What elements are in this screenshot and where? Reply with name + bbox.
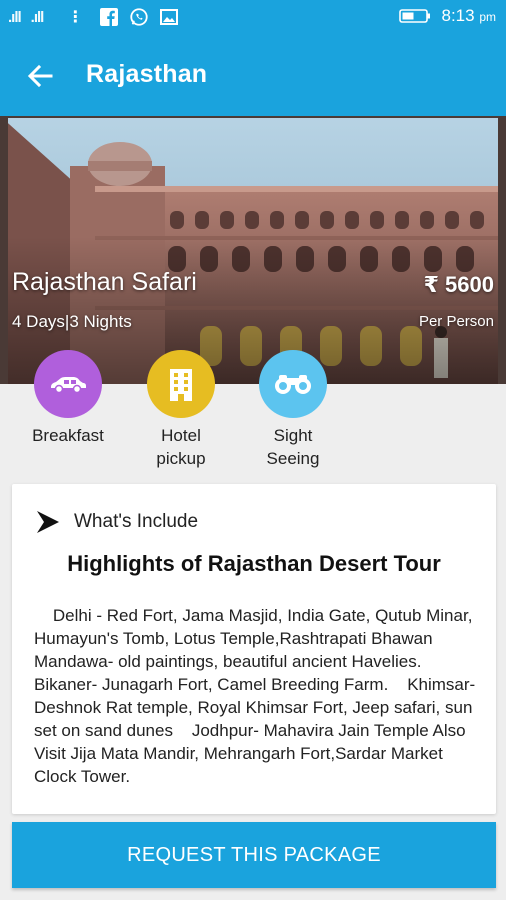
back-button[interactable] xyxy=(22,58,58,94)
package-hero-image: Rajasthan Safari 4 Days|3 Nights ₹ 5600 … xyxy=(0,116,506,384)
arrow-back-icon xyxy=(27,64,53,88)
photo-frame xyxy=(0,116,506,384)
details-card: What's Include Highlights of Rajasthan D… xyxy=(12,484,496,814)
signal-2: .ıll xyxy=(30,8,45,26)
facebook-icon xyxy=(99,7,119,27)
building-icon xyxy=(147,350,215,418)
app-bar: Rajasthan xyxy=(0,36,506,116)
battery-icon xyxy=(398,6,432,26)
clock: 8:13 pm xyxy=(441,6,497,25)
section-label: What's Include xyxy=(74,511,199,532)
price-per-person: Per Person xyxy=(418,313,494,330)
whats-include-header: What's Include xyxy=(34,508,198,536)
highlights-heading: Highlights of Rajasthan Desert Tour xyxy=(67,551,441,576)
highlights-body: Delhi - Red Fort, Jama Masjid, India Gat… xyxy=(34,606,480,786)
amenity-sight-seeing: Sight Seeing xyxy=(238,350,348,470)
menu-dots: ⋮ xyxy=(67,9,84,26)
package-price: ₹ 5600 xyxy=(423,272,494,297)
amenity-label: Hotel pickup xyxy=(156,426,206,468)
request-package-button[interactable]: REQUEST THIS PACKAGE xyxy=(12,822,496,888)
signal-1: .ıll xyxy=(8,8,22,26)
status-bar: .ıll .ıll ⋮ 8:13 pm xyxy=(0,0,506,36)
page-title: Rajasthan xyxy=(86,60,208,88)
amenity-breakfast: Breakfast xyxy=(13,350,123,447)
amenity-label: Sight Seeing xyxy=(266,426,320,468)
car-icon xyxy=(34,350,102,418)
navigation-arrow-icon xyxy=(37,511,59,533)
amenity-hotel-pickup: Hotel pickup xyxy=(126,350,236,470)
image-icon xyxy=(159,7,179,27)
package-duration: 4 Days|3 Nights xyxy=(12,312,132,331)
whatsapp-icon xyxy=(129,7,149,27)
package-name: Rajasthan Safari xyxy=(12,268,197,296)
binoculars-icon xyxy=(259,350,327,418)
amenity-label: Breakfast xyxy=(32,426,104,445)
